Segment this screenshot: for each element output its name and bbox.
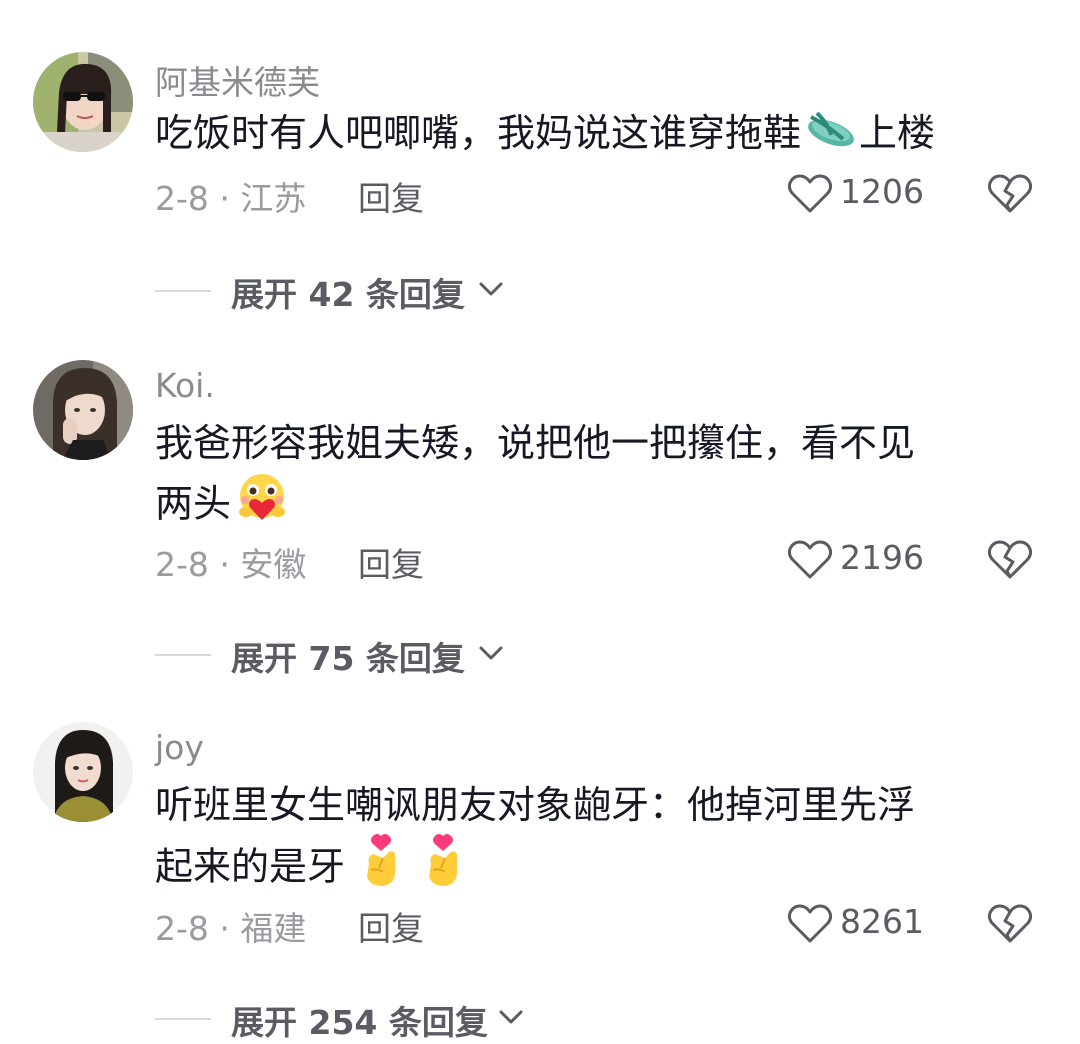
chevron-down-icon: [479, 282, 503, 296]
avatar[interactable]: [33, 52, 133, 152]
expand-replies-label: 展开 254 条回复: [231, 1003, 488, 1042]
dislike-button[interactable]: [987, 904, 1033, 948]
like-count: 2196: [840, 538, 924, 577]
expand-replies-label: 展开 42 条回复: [231, 275, 465, 314]
divider: [155, 654, 211, 656]
finger-heart-icon: [359, 834, 405, 904]
divider: [155, 1018, 211, 1020]
avatar[interactable]: [33, 360, 133, 460]
finger-heart-icon: [421, 834, 467, 904]
comment-text-line: 吃饭时有人吧唧嘴，我妈说这谁穿拖鞋: [155, 111, 802, 155]
avatar[interactable]: [33, 722, 133, 822]
like-count: 1206: [840, 172, 924, 211]
reply-button[interactable]: 回复: [358, 172, 424, 220]
comment-username[interactable]: Koi.: [155, 366, 215, 405]
comment-item: 阿基米德芙 吃饭时有人吧唧嘴，我妈说这谁穿拖鞋 上楼 2-8 · 江苏 回复 12…: [0, 0, 1080, 330]
chevron-down-icon: [479, 646, 503, 660]
comment-text-line: 两头: [155, 481, 232, 526]
comment-date-location: 2-8 · 安徽: [155, 545, 307, 584]
chevron-down-icon: [499, 1010, 523, 1024]
comment-item: Koi. 我爸形容我姐夫矮，说把他一把攥住，看不见 两头 2-8 · 安徽 回复…: [0, 330, 1080, 700]
comment-text: 我爸形容我姐夫矮，说把他一把攥住，看不见 两头: [155, 414, 1035, 540]
heart-icon: [788, 174, 832, 213]
broken-heart-icon: [987, 540, 1033, 579]
comment-text-line: 起来的是牙: [155, 844, 346, 889]
comment-text-line: 我爸形容我姐夫矮，说把他一把攥住，看不见: [155, 421, 916, 465]
comment-username[interactable]: 阿基米德芙: [155, 56, 320, 104]
comment-text: 吃饭时有人吧唧嘴，我妈说这谁穿拖鞋 上楼: [155, 104, 1035, 165]
comment-text-line: 听班里女生嘲讽朋友对象龅牙：他掉河里先浮: [155, 783, 916, 827]
comment-text-line: 上楼: [859, 111, 936, 155]
comment-username[interactable]: joy: [155, 728, 204, 767]
reply-button[interactable]: 回复: [358, 902, 424, 950]
expand-replies-label: 展开 75 条回复: [231, 639, 465, 678]
heart-icon: [788, 904, 832, 943]
comment-date-location: 2-8 · 福建: [155, 909, 307, 948]
dislike-button[interactable]: [987, 174, 1033, 218]
hugging-heart-face-icon: [233, 472, 291, 540]
broken-heart-icon: [987, 904, 1033, 943]
comment-text: 听班里女生嘲讽朋友对象龅牙：他掉河里先浮 起来的是牙: [155, 776, 1035, 904]
comment-date-location: 2-8 · 江苏: [155, 179, 307, 218]
heart-icon: [788, 540, 832, 579]
broken-heart-icon: [987, 174, 1033, 213]
like-count: 8261: [840, 902, 924, 941]
dislike-button[interactable]: [987, 540, 1033, 584]
divider: [155, 290, 211, 292]
flip-flop-icon: [803, 107, 857, 165]
reply-button[interactable]: 回复: [358, 538, 424, 586]
comment-item: joy 听班里女生嘲讽朋友对象龅牙：他掉河里先浮 起来的是牙 2-8 · 福建 …: [0, 700, 1080, 1042]
